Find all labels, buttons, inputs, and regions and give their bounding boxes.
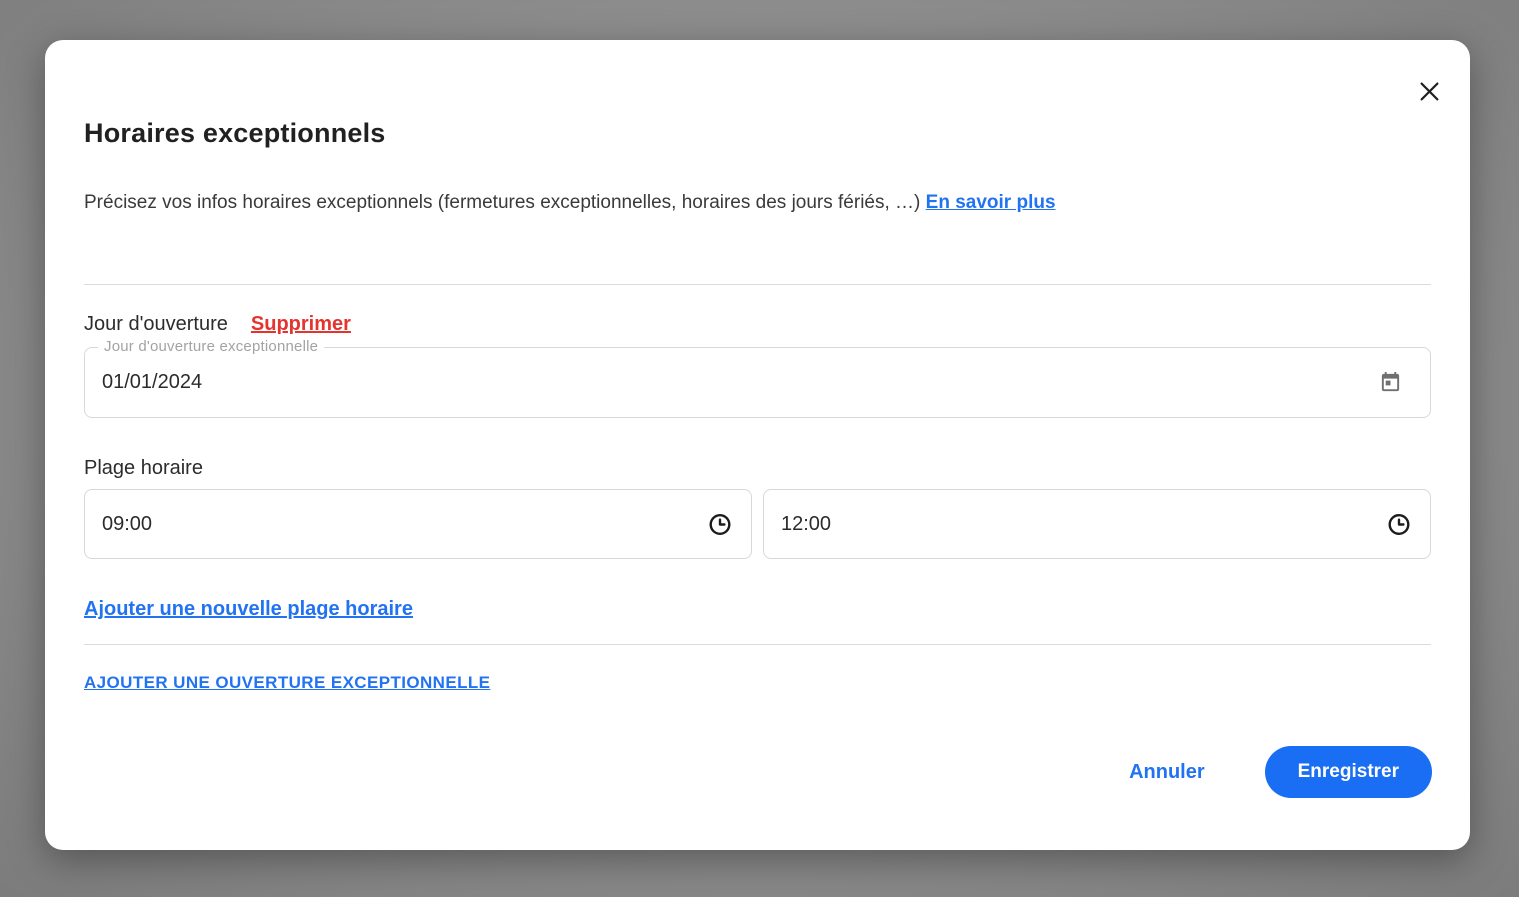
close-button[interactable] [1414, 76, 1444, 106]
description-text: Précisez vos infos horaires exceptionnel… [84, 192, 926, 213]
cancel-button[interactable]: Annuler [1129, 761, 1205, 784]
end-time-value[interactable]: 12:00 [764, 513, 831, 536]
opening-day-header: Jour d'ouverture Supprimer [84, 311, 1431, 337]
divider [84, 644, 1431, 645]
dialog-footer: Annuler Enregistrer [1129, 746, 1432, 798]
learn-more-link[interactable]: En savoir plus [926, 192, 1056, 213]
add-time-slot-link[interactable]: Ajouter une nouvelle plage horaire [84, 596, 413, 622]
end-time-field[interactable]: 12:00 [763, 489, 1431, 559]
opening-day-label: Jour d'ouverture [84, 313, 228, 335]
time-range-row: 09:00 12:00 [84, 489, 1431, 559]
start-time-field[interactable]: 09:00 [84, 489, 752, 559]
divider [84, 284, 1431, 285]
dialog-title: Horaires exceptionnels [84, 118, 386, 148]
save-button[interactable]: Enregistrer [1264, 746, 1432, 798]
exceptional-date-field[interactable]: Jour d'ouverture exceptionnelle 01/01/20… [84, 338, 1431, 418]
exceptional-hours-dialog: Horaires exceptionnels Précisez vos info… [45, 40, 1470, 850]
add-exceptional-opening-link[interactable]: AJOUTER UNE OUVERTURE EXCEPTIONNELLE [84, 671, 490, 695]
close-icon [1416, 78, 1443, 105]
clock-icon[interactable] [1387, 512, 1411, 536]
delete-opening-day-link[interactable]: Supprimer [251, 313, 351, 336]
clock-icon[interactable] [708, 512, 732, 536]
dialog-description: Précisez vos infos horaires exceptionnel… [84, 189, 1431, 217]
date-field-floating-label: Jour d'ouverture exceptionnelle [98, 338, 325, 355]
time-range-label: Plage horaire [84, 457, 203, 479]
date-field-value[interactable]: 01/01/2024 [85, 371, 202, 394]
start-time-value[interactable]: 09:00 [85, 513, 152, 536]
calendar-icon[interactable] [1378, 371, 1402, 395]
